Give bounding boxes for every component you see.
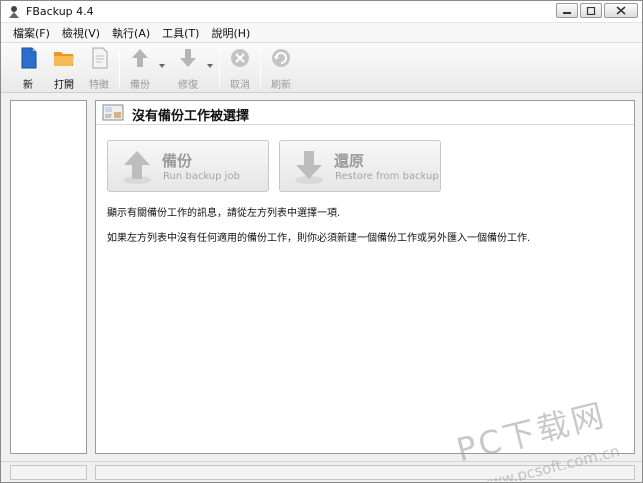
app-logo-icon — [9, 6, 19, 18]
restore-large-icon — [295, 151, 323, 184]
toolbar-separator — [119, 49, 120, 87]
minimize-icon — [563, 11, 571, 14]
cancel-toolbar-button[interactable]: 取消 — [223, 47, 257, 91]
menu-help[interactable]: 說明(H) — [205, 25, 256, 41]
status-pane-left — [10, 465, 87, 480]
backup-job-list[interactable] — [10, 100, 87, 454]
new-button[interactable]: 新 — [11, 47, 45, 91]
menu-execute[interactable]: 執行(A) — [106, 25, 156, 41]
menu-file[interactable]: 檔案(F) — [7, 25, 56, 41]
panel-header: 沒有備份工作被選擇 — [96, 101, 634, 125]
refresh-label: 刷新 — [271, 80, 291, 91]
run-backup-button[interactable]: 備份 Run backup job — [107, 140, 269, 192]
restore-toolbar-label: 修復 — [178, 80, 198, 91]
toolbar-separator — [219, 49, 220, 87]
toolbar-separator — [260, 49, 261, 87]
minimize-button[interactable] — [556, 3, 578, 18]
cancel-label: 取消 — [230, 80, 250, 91]
maximize-icon — [586, 6, 596, 15]
folder-icon — [54, 52, 74, 66]
new-label: 新 — [23, 80, 33, 91]
title-bar: FBackup 4.4 — [1, 1, 642, 23]
backup-toolbar-label: 備份 — [130, 80, 150, 91]
backup-subtitle: Run backup job — [163, 171, 240, 182]
backup-title: 備份 — [162, 152, 193, 170]
backup-arrow-icon — [132, 49, 148, 67]
menu-tools[interactable]: 工具(T) — [156, 25, 205, 41]
cancel-icon — [231, 49, 249, 67]
restore-toolbar-button[interactable]: 修復 — [171, 47, 205, 91]
job-details-panel: 沒有備份工作被選擇 備份 Run backup job 還原 Restore f… — [95, 100, 635, 454]
toolbar: 新 打開 特徵 備份 修復 取消 刷新 — [1, 43, 642, 93]
properties-document-icon — [92, 47, 108, 69]
window-title: FBackup 4.4 — [26, 5, 94, 18]
open-button[interactable]: 打開 — [47, 47, 81, 91]
new-document-icon — [21, 47, 37, 69]
restore-dropdown-icon[interactable] — [206, 63, 214, 69]
panel-title: 沒有備份工作被選擇 — [132, 109, 250, 124]
restore-subtitle: Restore from backup — [335, 171, 439, 182]
open-label: 打開 — [54, 80, 74, 91]
properties-button[interactable]: 特徵 — [82, 47, 116, 91]
status-bar — [1, 461, 642, 482]
refresh-toolbar-button[interactable]: 刷新 — [264, 47, 298, 91]
properties-label: 特徵 — [89, 80, 109, 91]
backup-large-icon — [123, 151, 151, 184]
menu-bar: 檔案(F) 檢視(V) 執行(A) 工具(T) 說明(H) — [1, 23, 642, 43]
maximize-button[interactable] — [580, 3, 602, 18]
no-job-message: 如果左方列表中沒有任何適用的備份工作，則你必須新建一個備份工作或另外匯入一個備份… — [107, 233, 531, 244]
refresh-icon — [272, 49, 290, 67]
restore-title: 還原 — [334, 152, 365, 170]
restore-arrow-icon — [180, 49, 196, 67]
status-pane-right — [95, 465, 635, 480]
backup-job-icon — [102, 104, 124, 121]
backup-dropdown-icon[interactable] — [158, 63, 166, 69]
backup-toolbar-button[interactable]: 備份 — [123, 47, 157, 91]
window-controls — [556, 3, 638, 18]
app-window: FBackup 4.4 檔案(F) 檢視(V) 執行(A) 工具(T) 說明(H… — [0, 0, 643, 483]
info-message: 顯示有關備份工作的訊息，請從左方列表中選擇一項. — [107, 208, 341, 219]
restore-from-backup-button[interactable]: 還原 Restore from backup — [279, 140, 441, 192]
menu-view[interactable]: 檢視(V) — [56, 25, 106, 41]
close-icon — [616, 6, 626, 15]
close-button[interactable] — [604, 3, 638, 18]
